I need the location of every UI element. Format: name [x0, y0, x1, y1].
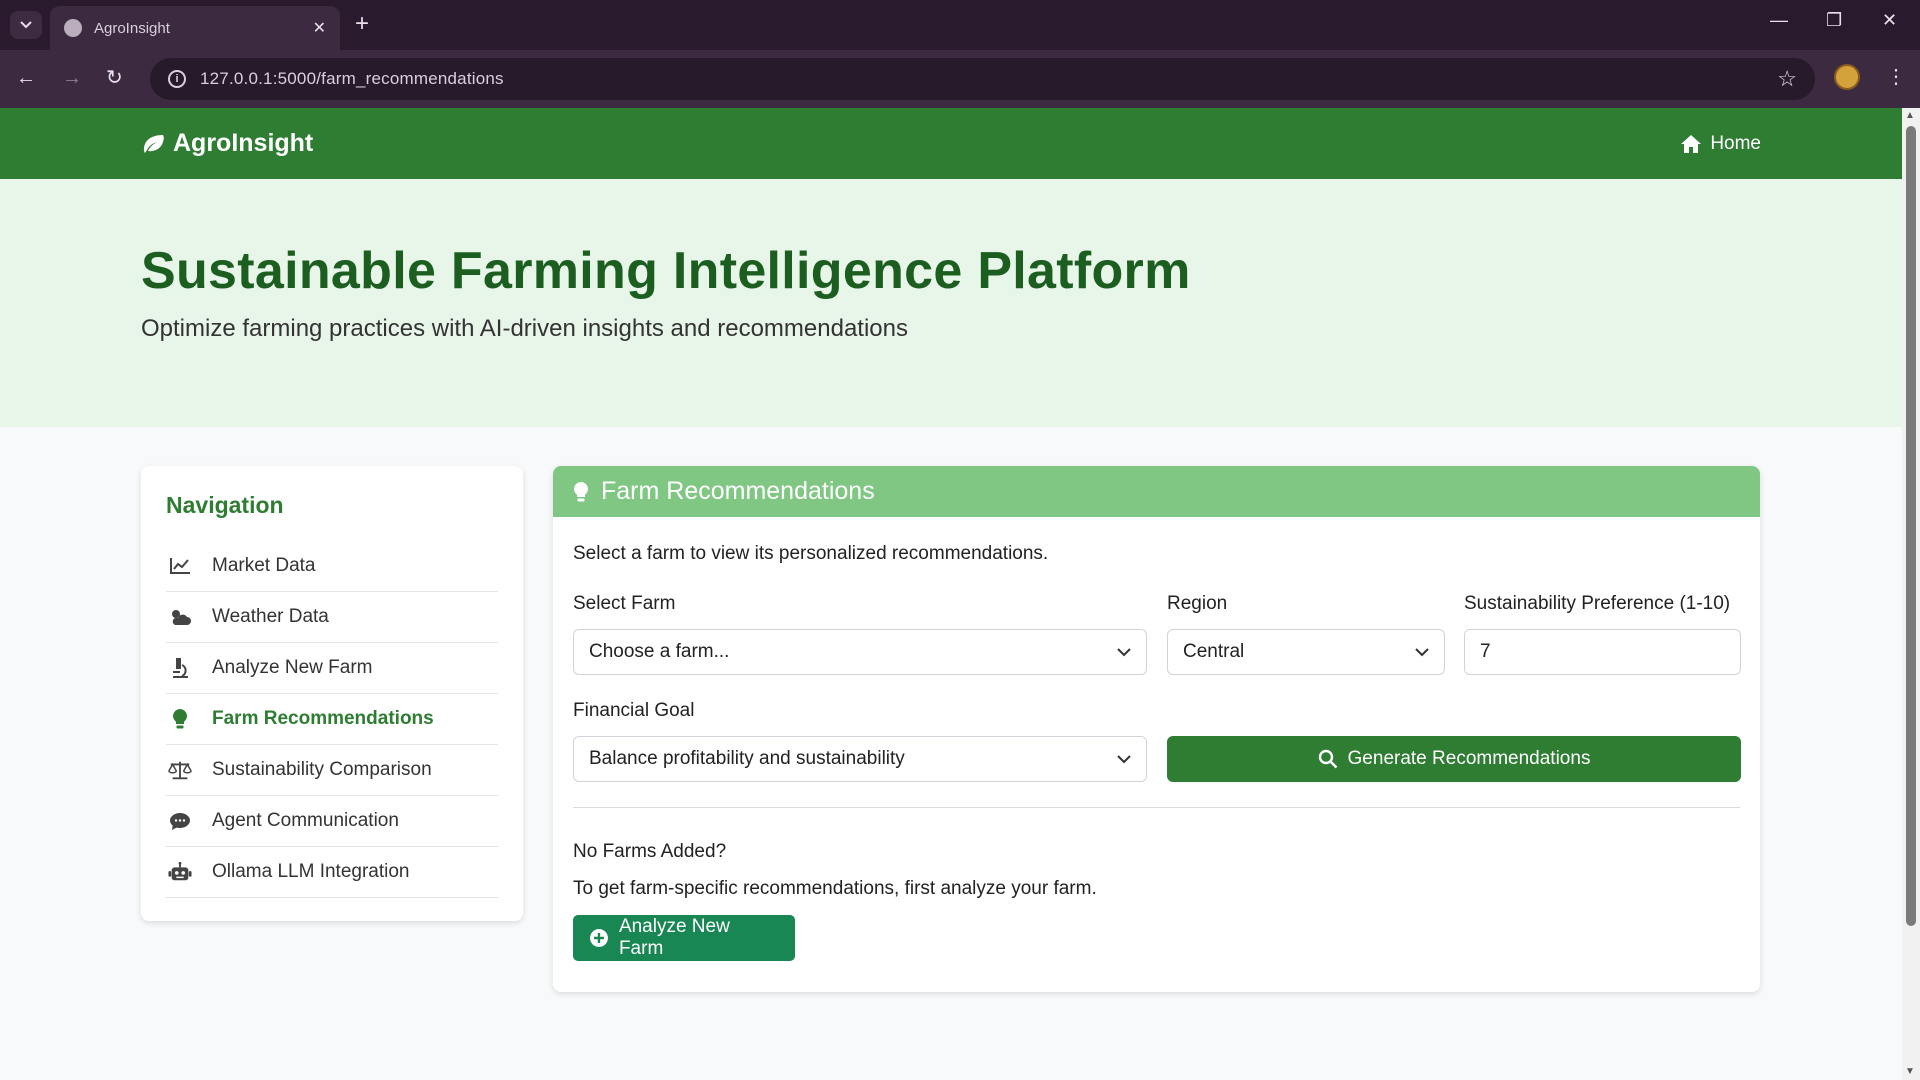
select-farm-value: Choose a farm...: [589, 641, 730, 662]
url-text: 127.0.0.1:5000/farm_recommendations: [200, 69, 504, 88]
new-tab-button[interactable]: +: [355, 12, 369, 36]
sidebar-item-market-data[interactable]: Market Data: [166, 541, 498, 592]
chevron-down-icon: [1117, 647, 1131, 656]
profile-avatar[interactable]: [1834, 64, 1860, 90]
sidebar-item-label: Ollama LLM Integration: [212, 861, 410, 882]
sidebar-item-weather-data[interactable]: Weather Data: [166, 592, 498, 643]
financial-goal-dropdown[interactable]: Balance profitability and sustainability: [573, 736, 1147, 782]
home-link[interactable]: Home: [1680, 133, 1761, 155]
card-header: Farm Recommendations: [553, 466, 1760, 517]
chart-line-icon: [168, 555, 192, 577]
sidebar-item-agent-communication[interactable]: Agent Communication: [166, 796, 498, 847]
sidebar-item-label: Farm Recommendations: [212, 708, 434, 729]
scroll-down-icon[interactable]: ▼: [1905, 1066, 1915, 1077]
select-farm-label: Select Farm: [573, 593, 676, 614]
analyze-button-label: Analyze New Farm: [618, 916, 730, 959]
microscope-icon: [168, 657, 192, 679]
app-navbar: AgroInsight Home: [0, 108, 1902, 179]
sidebar-item-label: Agent Communication: [212, 810, 399, 831]
analyze-new-farm-button[interactable]: Analyze New Farm: [573, 915, 795, 961]
brand-link[interactable]: AgroInsight: [141, 129, 313, 158]
sustainability-input[interactable]: 7: [1464, 629, 1741, 675]
browser-toolbar: ← → ↻ i 127.0.0.1:5000/farm_recommendati…: [0, 50, 1920, 108]
robot-icon: [168, 861, 192, 883]
sustainability-value: 7: [1480, 641, 1491, 662]
bookmark-star-icon[interactable]: ☆: [1777, 66, 1797, 92]
financial-goal-label: Financial Goal: [573, 700, 695, 721]
balance-scale-icon: [168, 759, 192, 781]
no-farms-text: To get farm-specific recommendations, fi…: [573, 878, 1097, 899]
search-icon: [1318, 749, 1337, 769]
comment-icon: [168, 810, 192, 832]
leaf-icon: [143, 134, 164, 153]
sidebar-heading: Navigation: [166, 492, 284, 518]
reload-icon[interactable]: ↻: [106, 66, 123, 90]
home-label: Home: [1710, 132, 1761, 154]
hero-title: Sustainable Farming Intelligence Platfor…: [141, 242, 1191, 300]
scrollbar-thumb[interactable]: [1906, 126, 1916, 926]
home-icon: [1681, 134, 1702, 153]
browser-tab[interactable]: AgroInsight ✕: [50, 6, 340, 50]
tab-title: AgroInsight: [94, 19, 170, 37]
globe-icon: [64, 19, 82, 37]
restore-icon[interactable]: ❐: [1826, 10, 1842, 31]
divider: [573, 807, 1740, 808]
close-window-icon[interactable]: ✕: [1882, 10, 1897, 31]
financial-goal-value: Balance profitability and sustainability: [589, 748, 905, 769]
page-content: AgroInsight Home Sustainable Farming Int…: [0, 108, 1902, 1080]
generate-button-label: Generate Recommendations: [1347, 748, 1591, 769]
hero-section: Sustainable Farming Intelligence Platfor…: [0, 179, 1902, 427]
page-scrollbar[interactable]: ▲ ▼: [1902, 108, 1920, 1080]
sidebar-item-label: Market Data: [212, 555, 316, 576]
intro-text: Select a farm to view its personalized r…: [573, 543, 1049, 564]
select-farm-dropdown[interactable]: Choose a farm...: [573, 629, 1147, 675]
region-dropdown[interactable]: Central: [1167, 629, 1445, 675]
lightbulb-icon: [574, 481, 588, 501]
sidebar-item-label: Analyze New Farm: [212, 657, 373, 678]
back-icon[interactable]: ←: [16, 66, 36, 90]
chevron-down-icon: [1117, 754, 1131, 763]
card-body: Select a farm to view its personalized r…: [553, 517, 1760, 992]
address-bar[interactable]: i 127.0.0.1:5000/farm_recommendations ☆: [150, 58, 1815, 100]
sidebar-item-label: Sustainability Comparison: [212, 759, 432, 780]
sidebar-item-ollama-llm-integration[interactable]: Ollama LLM Integration: [166, 847, 498, 898]
sidebar-item-label: Weather Data: [212, 606, 329, 627]
hero-subtitle: Optimize farming practices with AI-drive…: [141, 315, 908, 342]
no-farms-heading: No Farms Added?: [573, 841, 727, 862]
recommendations-card: Farm Recommendations Select a farm to vi…: [553, 466, 1760, 992]
forward-icon[interactable]: →: [62, 66, 82, 90]
region-label: Region: [1167, 593, 1228, 614]
sustainability-label: Sustainability Preference (1-10): [1464, 593, 1731, 614]
generate-recommendations-button[interactable]: Generate Recommendations: [1167, 736, 1741, 782]
scroll-up-icon[interactable]: ▲: [1905, 110, 1915, 121]
lightbulb-icon: [168, 708, 192, 730]
chevron-down-icon: [20, 21, 32, 29]
minimize-icon[interactable]: —: [1770, 10, 1788, 31]
tab-search-button[interactable]: [10, 11, 42, 39]
sidebar-item-sustainability-comparison[interactable]: Sustainability Comparison: [166, 745, 498, 796]
chevron-down-icon: [1415, 647, 1429, 656]
close-tab-icon[interactable]: ✕: [313, 18, 326, 38]
browser-tab-bar: AgroInsight ✕ + — ❐ ✕: [0, 0, 1920, 50]
brand-name: AgroInsight: [173, 129, 314, 157]
card-title: Farm Recommendations: [601, 477, 875, 505]
plus-circle-icon: [589, 929, 608, 947]
more-menu-icon[interactable]: ⋮: [1886, 64, 1906, 89]
site-info-icon[interactable]: i: [168, 70, 186, 88]
region-value: Central: [1183, 641, 1245, 662]
navigation-sidebar: Navigation Market Data Weather Data Anal…: [141, 466, 523, 921]
sidebar-item-analyze-new-farm[interactable]: Analyze New Farm: [166, 643, 498, 694]
cloud-sun-icon: [168, 606, 192, 628]
sidebar-item-farm-recommendations[interactable]: Farm Recommendations: [166, 694, 498, 745]
